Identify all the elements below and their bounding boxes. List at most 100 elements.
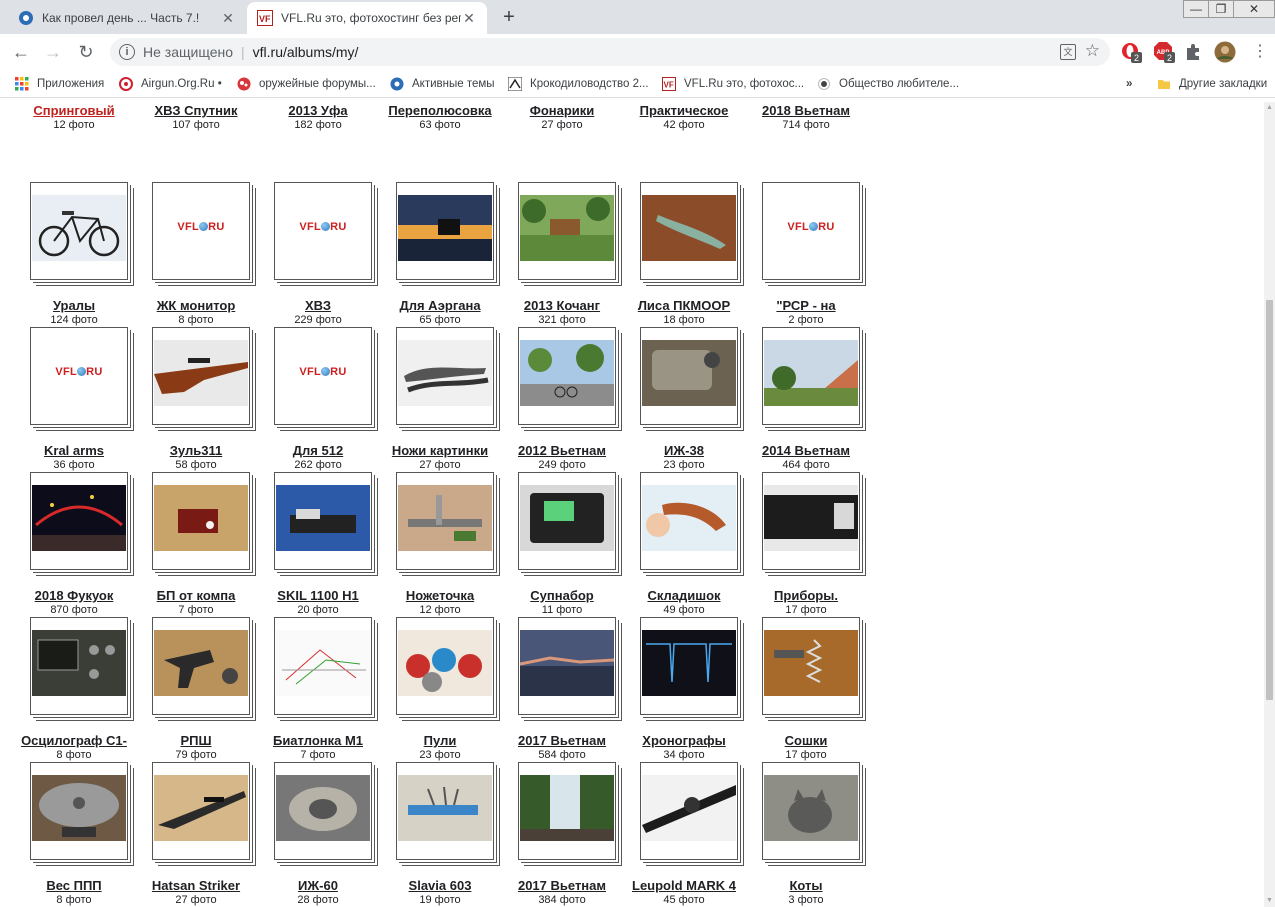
back-arrow-icon[interactable]: ←	[9, 40, 33, 64]
album-thumbnail[interactable]	[640, 762, 738, 860]
tab-close-icon[interactable]: ✕	[220, 10, 236, 26]
album-thumbnail[interactable]: VFL RU	[762, 182, 860, 280]
album-title-link[interactable]: 2014 Вьетнам	[732, 443, 880, 458]
album-item[interactable]: Hatsan Striker 27 фото	[122, 762, 250, 907]
album-item[interactable]: Лиса ПКМООР 18 фото	[610, 182, 738, 327]
album-thumbnail[interactable]	[30, 762, 128, 860]
album-thumbnail[interactable]: VFL RU	[152, 182, 250, 280]
bookmark-vfl[interactable]: VF VFL.Ru это, фотохос...	[662, 76, 804, 92]
album-thumbnail[interactable]	[152, 617, 250, 715]
album-item[interactable]: Спринговый 12 фото	[0, 102, 122, 132]
album-item[interactable]: 2012 Вьетнам 249 фото	[488, 327, 616, 472]
album-thumbnail[interactable]	[396, 472, 494, 570]
album-thumbnail[interactable]: VFL RU	[274, 327, 372, 425]
album-item[interactable]: VFL RU ХВЗ 229 фото	[244, 182, 372, 327]
album-thumbnail[interactable]	[274, 617, 372, 715]
album-thumbnail[interactable]	[518, 762, 616, 860]
scrollbar-thumb[interactable]	[1266, 300, 1273, 700]
album-item[interactable]: Коты 3 фото	[732, 762, 860, 907]
bookmark-society[interactable]: Общество любителе...	[817, 76, 959, 92]
puzzle-extensions-icon[interactable]	[1184, 43, 1202, 61]
forward-arrow-icon[interactable]: →	[41, 40, 65, 64]
bookmarks-overflow-icon[interactable]: »	[1126, 76, 1132, 92]
profile-avatar[interactable]	[1214, 41, 1236, 63]
reload-icon[interactable]: ↻	[74, 40, 98, 64]
album-thumbnail[interactable]: VFL RU	[274, 182, 372, 280]
album-title-link[interactable]: Коты	[732, 878, 880, 893]
album-thumbnail[interactable]	[30, 472, 128, 570]
album-item[interactable]: Leupold MARK 4 45 фото	[610, 762, 738, 907]
album-item[interactable]: Для Аэргана 65 фото	[366, 182, 494, 327]
album-item[interactable]: Осцилограф С1- 8 фото	[0, 617, 128, 762]
album-thumbnail[interactable]	[518, 472, 616, 570]
close-window-button[interactable]: ✕	[1233, 0, 1275, 18]
minimize-button[interactable]: —	[1183, 0, 1209, 18]
album-thumbnail[interactable]	[152, 327, 250, 425]
album-thumbnail[interactable]	[640, 327, 738, 425]
album-item[interactable]: Практическое 42 фото	[610, 102, 732, 132]
album-item[interactable]: Ножеточка 12 фото	[366, 472, 494, 617]
album-item[interactable]: VFL RU Kral arms 36 фото	[0, 327, 128, 472]
info-icon[interactable]: i	[119, 44, 135, 60]
album-item[interactable]: 2017 Вьетнам 584 фото	[488, 617, 616, 762]
album-item[interactable]: VFL RU Для 512 262 фото	[244, 327, 372, 472]
bookmark-apps[interactable]: Приложения	[15, 76, 104, 92]
adblock-extension-icon[interactable]: ABP 2	[1153, 41, 1175, 63]
album-thumbnail[interactable]	[396, 762, 494, 860]
bookmark-croc[interactable]: Крокодиловодство 2...	[508, 76, 649, 92]
album-item[interactable]: Зуль311 58 фото	[122, 327, 250, 472]
bookmark-star-icon[interactable]: ☆	[1085, 41, 1100, 61]
album-thumbnail[interactable]	[640, 617, 738, 715]
album-thumbnail[interactable]	[762, 617, 860, 715]
album-thumbnail[interactable]	[274, 472, 372, 570]
album-item[interactable]: 2014 Вьетнам 464 фото	[732, 327, 860, 472]
scroll-down-icon[interactable]: ▼	[1264, 895, 1275, 907]
opera-extension-icon[interactable]: 2	[1120, 41, 1142, 63]
album-item[interactable]: 2018 Фукуок 870 фото	[0, 472, 128, 617]
album-thumbnail[interactable]	[152, 472, 250, 570]
album-thumbnail[interactable]	[762, 327, 860, 425]
new-tab-button[interactable]: +	[498, 6, 520, 28]
bookmark-active-topics[interactable]: Активные темы	[390, 76, 495, 92]
bookmark-forums[interactable]: оружейные форумы...	[237, 76, 376, 92]
album-item[interactable]: Уралы 124 фото	[0, 182, 128, 327]
album-item[interactable]: Пули 23 фото	[366, 617, 494, 762]
album-item[interactable]: ХВЗ Спутник 107 фото	[122, 102, 244, 132]
tab-forum[interactable]: Как провел день ... Часть 7.! ✕	[8, 2, 246, 34]
album-item[interactable]: Фонарики 27 фото	[488, 102, 610, 132]
vertical-scrollbar[interactable]: ▲ ▼	[1264, 102, 1275, 907]
album-item[interactable]: Slavia 603 19 фото	[366, 762, 494, 907]
album-item[interactable]: Приборы. 17 фото	[732, 472, 860, 617]
album-item[interactable]: 2018 Вьетнам 714 фото	[732, 102, 854, 132]
album-item[interactable]: 2013 Кочанг 321 фото	[488, 182, 616, 327]
album-thumbnail[interactable]	[396, 182, 494, 280]
album-thumbnail[interactable]	[762, 762, 860, 860]
album-thumbnail[interactable]	[640, 472, 738, 570]
album-thumbnail[interactable]	[30, 617, 128, 715]
album-item[interactable]: VFL RU ЖК монитор 8 фото	[122, 182, 250, 327]
scroll-up-icon[interactable]: ▲	[1264, 102, 1275, 114]
tab-vfl[interactable]: VF VFL.Ru это, фотохостинг без регис ✕	[247, 2, 487, 34]
album-thumbnail[interactable]	[152, 762, 250, 860]
album-title-link[interactable]: "РСР - на	[732, 298, 880, 313]
tab-close-icon[interactable]: ✕	[461, 10, 477, 26]
bookmark-airgun[interactable]: Airgun.Org.Ru •	[119, 76, 222, 92]
album-item[interactable]: VFL RU "РСР - на 2 фото	[732, 182, 860, 327]
album-item[interactable]: Складишок 49 фото	[610, 472, 738, 617]
album-item[interactable]: Хронографы 34 фото	[610, 617, 738, 762]
album-item[interactable]: Вес ППП 8 фото	[0, 762, 128, 907]
album-item[interactable]: Ножи картинки 27 фото	[366, 327, 494, 472]
album-item[interactable]: Супнабор 11 фото	[488, 472, 616, 617]
album-item[interactable]: Биатлонка М1 7 фото	[244, 617, 372, 762]
album-thumbnail[interactable]: VFL RU	[30, 327, 128, 425]
album-item[interactable]: SKIL 1100 H1 20 фото	[244, 472, 372, 617]
album-thumbnail[interactable]	[30, 182, 128, 280]
album-thumbnail[interactable]	[518, 327, 616, 425]
address-bar[interactable]: i Не защищено | vfl.ru/albums/my/ 文 ☆	[110, 38, 1110, 66]
album-item[interactable]: Переполюсовка 63 фото	[366, 102, 491, 132]
album-item[interactable]: РПШ 79 фото	[122, 617, 250, 762]
translate-icon[interactable]: 文	[1060, 44, 1076, 60]
album-item[interactable]: ИЖ-60 28 фото	[244, 762, 372, 907]
album-thumbnail[interactable]	[762, 472, 860, 570]
album-thumbnail[interactable]	[396, 327, 494, 425]
